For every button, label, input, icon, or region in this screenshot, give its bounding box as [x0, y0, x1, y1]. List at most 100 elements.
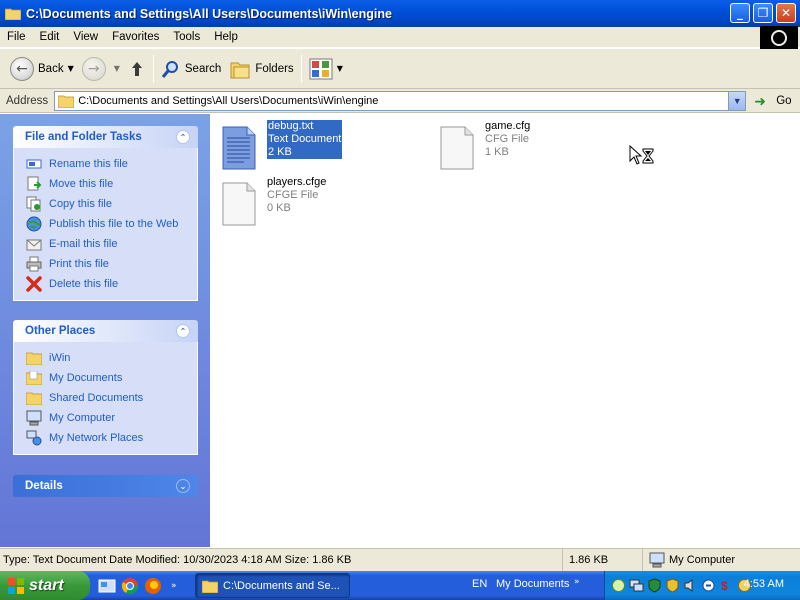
menu-view[interactable]: View — [66, 31, 105, 43]
delete-file-link[interactable]: Delete this file — [26, 274, 197, 294]
collapse-icon[interactable]: ⌃ — [176, 130, 190, 144]
task-pane: File and Folder Tasks ⌃ Rename this file… — [0, 114, 210, 547]
copy-file-link[interactable]: Copy this file — [26, 194, 197, 214]
menu-favorites[interactable]: Favorites — [105, 31, 166, 43]
status-details: Type: Text Document Date Modified: 10/30… — [0, 549, 563, 571]
place-iwin-label: iWin — [49, 352, 71, 364]
delete-icon — [26, 276, 42, 292]
place-my-documents[interactable]: My Documents — [26, 368, 197, 388]
my-documents-toolbar[interactable]: My Documents — [496, 578, 569, 590]
folder-icon — [26, 392, 42, 405]
taskbar-item-label: C:\Documents and Se... — [223, 579, 340, 592]
forward-button[interactable]: → ▼ — [78, 52, 124, 86]
place-my-computer[interactable]: My Computer — [26, 408, 197, 428]
svg-text:$: $ — [721, 579, 728, 593]
system-clock[interactable]: 4:53 AM — [744, 578, 784, 590]
menu-file[interactable]: File — [0, 31, 33, 43]
file-item-players-cfge[interactable]: players.cfge CFGE File 0 KB — [222, 176, 326, 226]
forward-dropdown-icon[interactable]: ▼ — [114, 64, 120, 73]
tray-settings-icon[interactable] — [701, 578, 716, 593]
menu-help[interactable]: Help — [207, 31, 245, 43]
go-label: Go — [776, 94, 792, 107]
go-button[interactable]: ➜ Go — [754, 93, 792, 110]
place-shared-documents[interactable]: Shared Documents — [26, 388, 197, 408]
file-folder-tasks-panel: File and Folder Tasks ⌃ Rename this file… — [13, 126, 198, 301]
up-arrow-icon — [131, 61, 142, 76]
print-file-link[interactable]: Print this file — [26, 254, 197, 274]
rename-file-label: Rename this file — [49, 158, 128, 170]
other-places-panel: Other Places ⌃ iWin My Documents Shared … — [13, 320, 198, 455]
system-tray: $ 4:53 AM — [604, 571, 800, 600]
network-icon — [26, 430, 42, 446]
move-icon — [27, 176, 42, 191]
tray-app-icon[interactable] — [611, 578, 626, 593]
busy-cursor-icon — [629, 145, 654, 165]
place-my-network-places-label: My Network Places — [49, 432, 144, 444]
folders-icon — [230, 62, 250, 78]
status-zone: My Computer — [643, 549, 735, 571]
email-file-link[interactable]: E-mail this file — [26, 234, 197, 254]
address-field[interactable]: C:\Documents and Settings\All Users\Docu… — [54, 90, 747, 111]
toolbar-expand-icon[interactable]: » — [574, 577, 580, 587]
antivirus-icon[interactable]: $ — [719, 578, 734, 593]
views-button[interactable]: ▼ — [305, 52, 347, 86]
text-document-icon — [222, 126, 256, 170]
other-places-header[interactable]: Other Places ⌃ — [13, 320, 198, 342]
taskbar: start » C:\Documents and Se... EN My Doc… — [0, 571, 800, 600]
security-alert-icon[interactable] — [665, 578, 680, 593]
file-list-view[interactable]: debug.txt Text Document 2 KB game.cfg CF… — [210, 114, 800, 547]
taskbar-explorer-window[interactable]: C:\Documents and Se... — [195, 573, 350, 598]
title-bar[interactable]: C:\Documents and Settings\All Users\Docu… — [0, 0, 800, 27]
file-item-game-cfg[interactable]: game.cfg CFG File 1 KB — [440, 120, 530, 170]
language-indicator[interactable]: EN — [472, 578, 487, 590]
search-label: Search — [184, 62, 222, 75]
my-computer-icon — [26, 410, 42, 426]
publish-file-label: Publish this file to the Web — [49, 218, 179, 230]
menu-edit[interactable]: Edit — [33, 31, 67, 43]
details-panel: Details ⌄ — [13, 475, 198, 497]
up-folder-button[interactable] — [124, 52, 150, 86]
my-documents-icon — [26, 371, 42, 385]
place-iwin[interactable]: iWin — [26, 348, 197, 368]
publish-file-link[interactable]: Publish this file to the Web — [26, 214, 197, 234]
toolbar: ← Back ▼ → ▼ Search Folders ▼ — [0, 49, 800, 89]
place-shared-documents-label: Shared Documents — [49, 392, 144, 404]
back-button[interactable]: ← Back ▼ — [6, 52, 78, 86]
email-file-label: E-mail this file — [49, 238, 118, 250]
address-dropdown-button[interactable]: ▼ — [728, 91, 746, 110]
place-my-network-places[interactable]: My Network Places — [26, 428, 197, 448]
collapse-icon[interactable]: ⌃ — [176, 324, 190, 338]
place-my-computer-label: My Computer — [49, 412, 116, 424]
maximize-button[interactable]: ❐ — [753, 3, 773, 23]
details-header[interactable]: Details ⌄ — [13, 475, 198, 497]
file-type: CFG File — [485, 133, 529, 145]
file-name: debug.txt — [268, 120, 314, 132]
generic-file-icon — [222, 182, 256, 226]
move-file-link[interactable]: Move this file — [26, 174, 197, 194]
start-button[interactable]: start — [0, 571, 90, 600]
go-arrow-icon: ➜ — [754, 93, 766, 110]
folders-button[interactable]: Folders — [225, 52, 297, 86]
windows-logo-icon — [8, 577, 24, 594]
file-item-debug-txt[interactable]: debug.txt Text Document 2 KB — [222, 120, 343, 170]
file-size: 2 KB — [268, 146, 292, 158]
file-type: Text Document — [268, 133, 342, 145]
address-value: C:\Documents and Settings\All Users\Docu… — [78, 94, 379, 107]
menu-tools[interactable]: Tools — [166, 31, 207, 43]
quick-launch-expand-icon[interactable]: » — [171, 581, 177, 591]
volume-icon[interactable] — [683, 578, 698, 593]
rename-file-link[interactable]: Rename this file — [26, 154, 197, 174]
network-connection-icon[interactable] — [629, 578, 644, 593]
shield-icon[interactable] — [647, 578, 662, 593]
firefox-icon[interactable] — [144, 577, 162, 595]
minimize-button[interactable]: _ — [730, 3, 750, 23]
generic-file-icon — [440, 126, 474, 170]
show-desktop-icon[interactable] — [98, 577, 116, 595]
expand-icon[interactable]: ⌄ — [176, 479, 190, 493]
file-folder-tasks-header[interactable]: File and Folder Tasks ⌃ — [13, 126, 198, 148]
back-dropdown-icon[interactable]: ▼ — [68, 64, 74, 73]
status-size: 1.86 KB — [563, 549, 643, 571]
close-button[interactable]: ✕ — [776, 3, 796, 23]
chrome-icon[interactable] — [121, 577, 139, 595]
search-button[interactable]: Search — [157, 52, 225, 86]
